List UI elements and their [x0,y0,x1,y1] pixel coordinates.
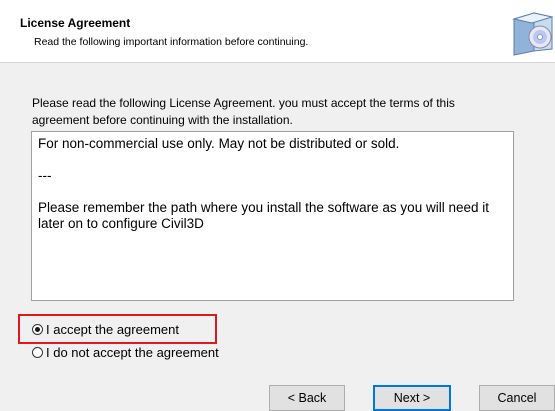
accept-label[interactable]: I accept the agreement [46,322,179,337]
license-separator: --- [38,168,52,183]
license-line: Please remember the path where you insta… [38,200,489,231]
license-text-box[interactable]: For non-commercial use only. May not be … [31,131,514,301]
accept-radio[interactable] [32,323,43,335]
next-button[interactable]: Next > [373,385,451,411]
cancel-button[interactable]: Cancel [479,385,555,411]
page-subtitle: Read the following important information… [34,36,309,48]
decline-label[interactable]: I do not accept the agreement [46,345,219,360]
license-line: For non-commercial use only. May not be … [38,136,400,151]
page-title: License Agreement [20,16,131,30]
decline-option[interactable]: I do not accept the agreement [32,343,219,361]
wizard-header: License Agreement Read the following imp… [0,0,555,63]
decline-radio[interactable] [32,346,43,358]
accept-option[interactable]: I accept the agreement [32,320,179,338]
installer-box-icon [512,12,554,56]
back-button[interactable]: < Back [269,385,345,411]
intro-text: Please read the following License Agreem… [32,96,455,127]
